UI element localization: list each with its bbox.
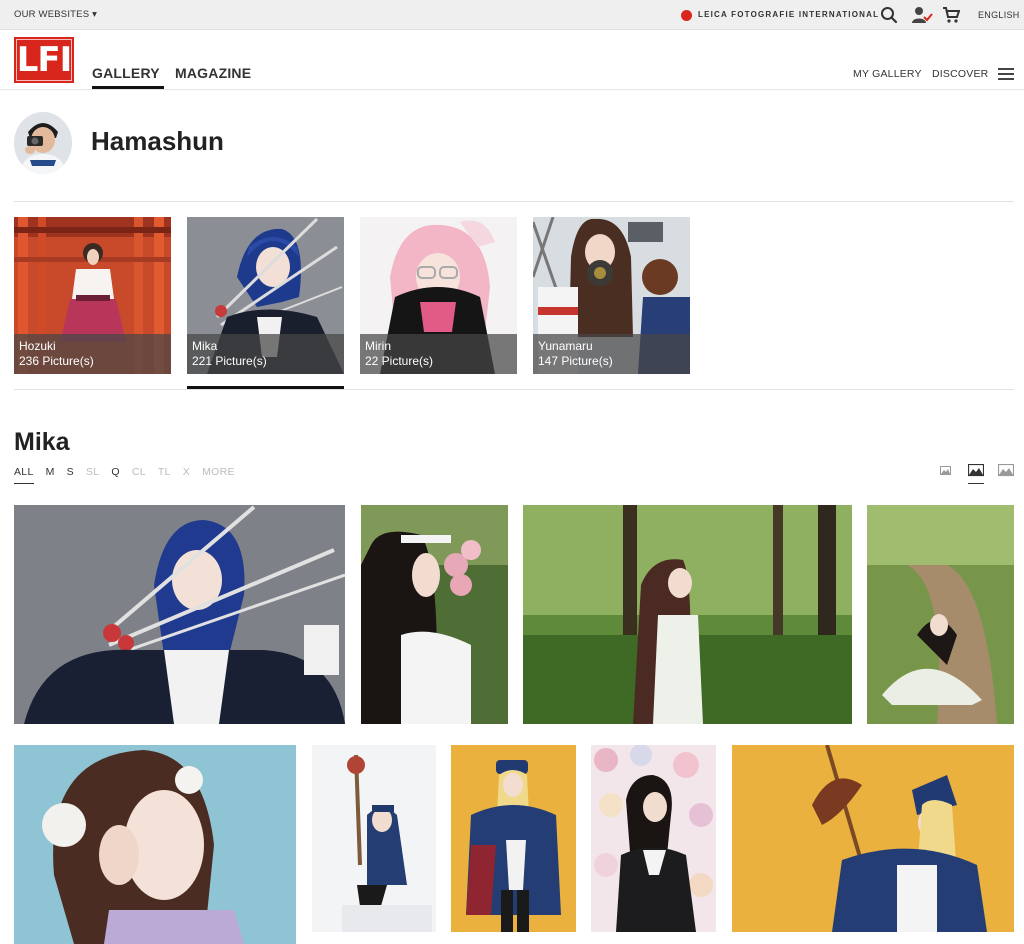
gallery-photo[interactable]: [14, 745, 296, 944]
small-grid-view-icon[interactable]: [940, 466, 951, 476]
album-caption: Yunamaru 147 Picture(s): [533, 334, 690, 374]
section-title: Mika: [14, 428, 70, 456]
avatar[interactable]: [14, 112, 72, 174]
filter-s[interactable]: S: [67, 466, 74, 478]
gallery-photo[interactable]: [361, 505, 508, 724]
gallery-photo[interactable]: [867, 505, 1014, 724]
album-title: Hozuki: [19, 339, 56, 353]
cart-icon[interactable]: [942, 6, 960, 24]
menu-icon[interactable]: [998, 68, 1014, 80]
filter-more[interactable]: MORE: [202, 466, 235, 478]
gallery-photo[interactable]: [312, 745, 436, 932]
nav-discover[interactable]: DISCOVER: [932, 68, 988, 80]
gallery-photo[interactable]: [451, 745, 576, 932]
album-card-mirin[interactable]: Mirin 22 Picture(s): [360, 217, 517, 374]
album-count: 221 Picture(s): [192, 354, 267, 368]
medium-grid-view-icon[interactable]: [968, 464, 984, 477]
album-count: 22 Picture(s): [365, 354, 434, 368]
profile-name: Hamashun: [91, 126, 224, 156]
leica-fotografie-link[interactable]: LEICA FOTOGRAFIE INTERNATIONAL: [698, 10, 879, 19]
nav-active-indicator: [92, 86, 164, 89]
album-caption: Hozuki 236 Picture(s): [14, 334, 171, 374]
divider: [14, 389, 1014, 390]
divider: [14, 201, 1014, 202]
utility-bar: OUR WEBSITES ▾ LEICA FOTOGRAFIE INTERNAT…: [0, 0, 1024, 30]
filter-q[interactable]: Q: [111, 466, 119, 478]
album-count: 236 Picture(s): [19, 354, 94, 368]
filter-m[interactable]: M: [46, 466, 55, 478]
gallery-photo[interactable]: [14, 505, 345, 724]
leica-logo-icon: [681, 10, 692, 21]
nav-my-gallery[interactable]: MY GALLERY: [853, 68, 922, 80]
album-card-mika[interactable]: Mika 221 Picture(s): [187, 217, 344, 374]
filter-active-indicator: [14, 483, 34, 484]
album-title: Mirin: [365, 339, 391, 353]
nav-gallery[interactable]: GALLERY: [92, 65, 160, 81]
filter-x[interactable]: X: [183, 466, 190, 478]
gallery-photo[interactable]: [591, 745, 716, 932]
language-selector[interactable]: ENGLISH: [978, 10, 1020, 20]
filter-cl[interactable]: CL: [132, 466, 146, 478]
album-title: Mika: [192, 339, 218, 353]
camera-filter-bar: ALL M S SL Q CL TL X MORE: [14, 466, 247, 478]
album-count: 147 Picture(s): [538, 354, 613, 368]
search-icon[interactable]: [880, 6, 898, 24]
lfi-logo[interactable]: LFI: [14, 37, 74, 83]
view-active-indicator: [968, 483, 984, 484]
filter-sl[interactable]: SL: [86, 466, 99, 478]
album-card-yunamaru[interactable]: Yunamaru 147 Picture(s): [533, 217, 690, 374]
gallery-photo[interactable]: [523, 505, 852, 724]
gallery-photo[interactable]: [732, 745, 1014, 932]
filter-tl[interactable]: TL: [158, 466, 171, 478]
main-header: LFI GALLERY MAGAZINE MY GALLERY DISCOVER: [0, 31, 1024, 90]
large-grid-view-icon[interactable]: [998, 464, 1014, 477]
album-caption: Mika 221 Picture(s): [187, 334, 344, 374]
our-websites-dropdown[interactable]: OUR WEBSITES ▾: [14, 9, 97, 20]
user-check-icon[interactable]: [911, 6, 933, 24]
album-card-hozuki[interactable]: Hozuki 236 Picture(s): [14, 217, 171, 374]
nav-magazine[interactable]: MAGAZINE: [175, 65, 251, 81]
album-caption: Mirin 22 Picture(s): [360, 334, 517, 374]
filter-all[interactable]: ALL: [14, 466, 34, 478]
album-title: Yunamaru: [538, 339, 593, 353]
